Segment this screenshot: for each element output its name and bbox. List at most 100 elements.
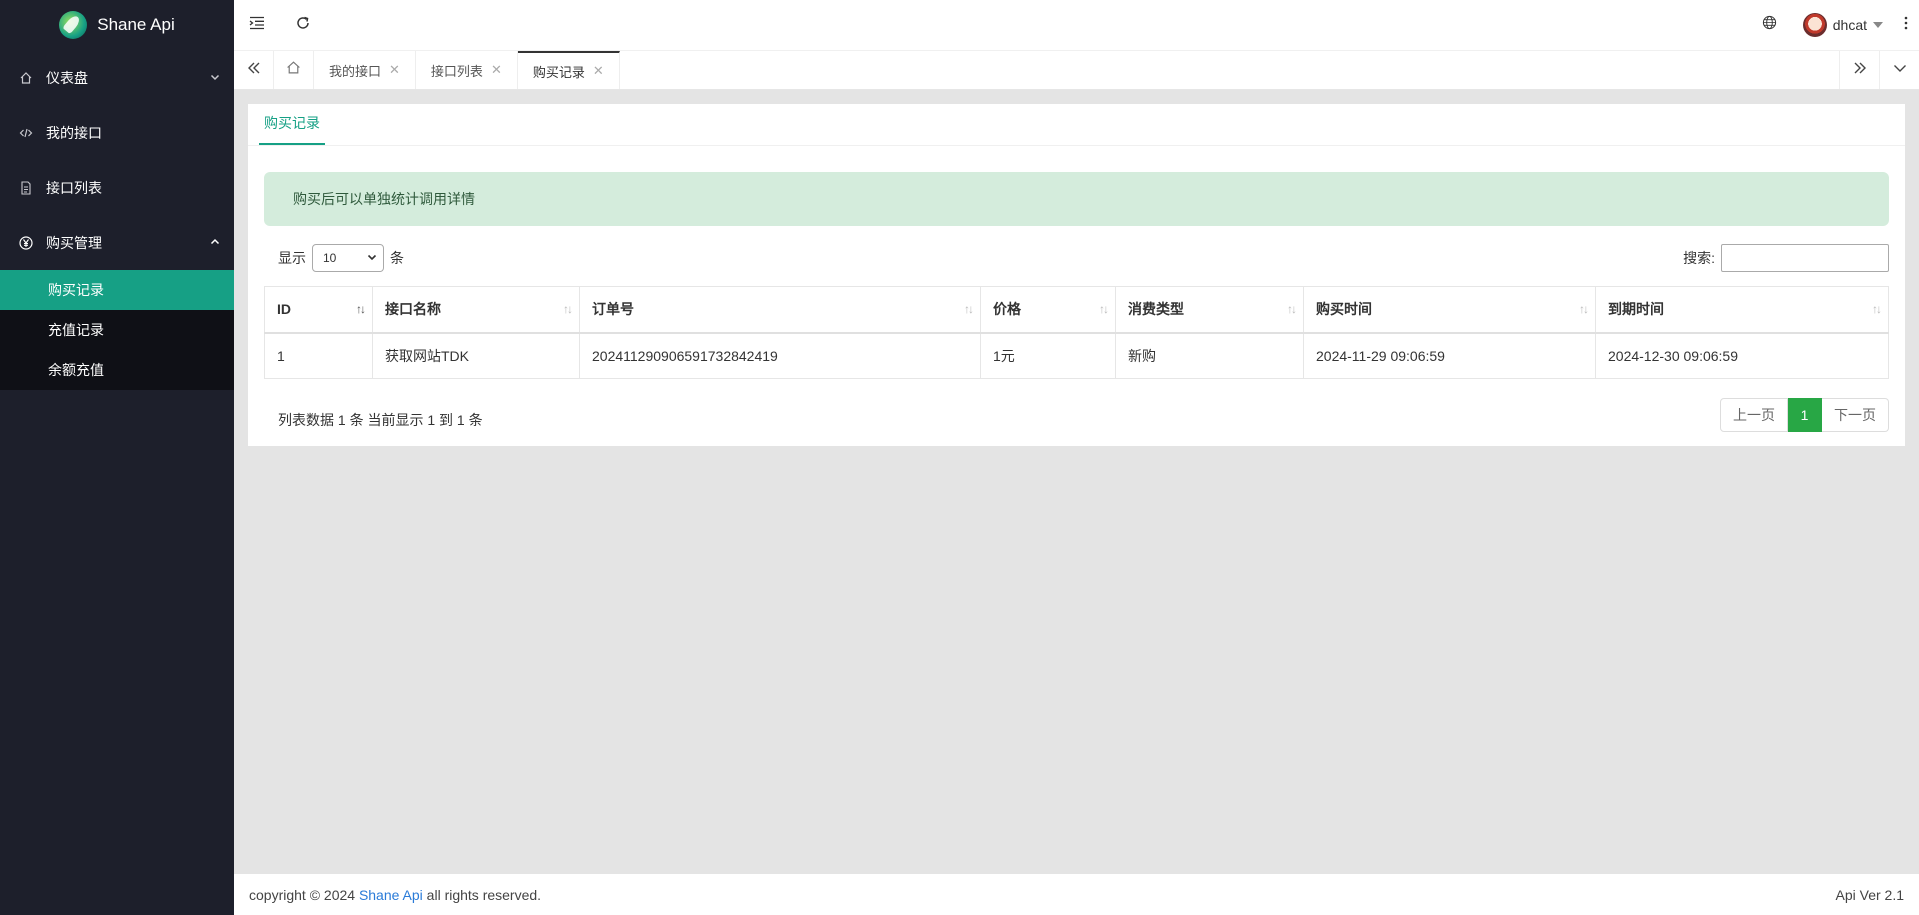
avatar [1802, 13, 1827, 37]
next-page-button[interactable]: 下一页 [1822, 398, 1889, 432]
table-row: 1 获取网站TDK 20241129090659173284241​9 1元 新… [264, 332, 1889, 379]
table-controls: 显示 10 条 搜索: [264, 242, 1889, 274]
sidebar: Shane Api 仪表盘 我的接口 接口列表 购买管理 购买记录 充值记录 余… [0, 0, 234, 915]
sort-icon: ↑↓ [964, 302, 974, 317]
column-header-type[interactable]: 消费类型 ↑↓ [1115, 286, 1304, 334]
user-menu[interactable]: dhcat [1793, 13, 1893, 37]
home-icon [286, 60, 301, 80]
sort-icon: ↑↓ [1099, 302, 1109, 317]
sort-icon: ↑↓ [563, 302, 573, 317]
page-size-control: 显示 10 条 [264, 244, 404, 272]
sidebar-item-api-list[interactable]: 接口列表 [0, 160, 234, 215]
column-label: ID [277, 301, 291, 318]
column-label: 到期时间 [1608, 301, 1664, 318]
sidebar-item-purchase-management[interactable]: 购买管理 [0, 215, 234, 270]
sidebar-item-dashboard[interactable]: 仪表盘 [0, 50, 234, 105]
sort-asc-icon: ↑↓ [356, 302, 366, 317]
column-header-id[interactable]: ID ↑↓ [264, 286, 373, 334]
column-header-order-no[interactable]: 订单号 ↑↓ [579, 286, 981, 334]
close-icon[interactable]: ✕ [593, 63, 604, 79]
unit-label: 条 [390, 250, 404, 266]
copyright-text: copyright © 2024 Shane Api all rights re… [249, 887, 541, 903]
tab-api-list[interactable]: 接口列表 ✕ [416, 51, 518, 89]
username: dhcat [1832, 17, 1867, 33]
sidebar-subitem-purchase-records[interactable]: 购买记录 [0, 270, 234, 310]
copyright-suffix: all rights reserved. [422, 886, 542, 903]
chevron-down-icon [367, 252, 377, 265]
sidebar-subitem-balance-recharge[interactable]: 余额充值 [0, 350, 234, 390]
tab-my-apis[interactable]: 我的接口 ✕ [314, 51, 416, 89]
column-label: 订单号 [592, 301, 634, 318]
more-vertical-icon [1904, 16, 1908, 35]
sidebar-item-label: 购买管理 [46, 234, 102, 251]
table-header-row: ID ↑↓ 接口名称 ↑↓ 订单号 ↑↓ 价格 ↑↓ 消费类型 ↑↓ 购买时间 ↑↓ 到期时… [264, 286, 1889, 334]
page-footer: copyright © 2024 Shane Api all rights re… [234, 874, 1919, 915]
tab-purchase-records[interactable]: 购买记录 ✕ [517, 51, 620, 89]
cell-order-no: 20241129090659173284241​9 [579, 332, 981, 379]
page-size-value: 10 [323, 251, 337, 265]
caret-down-icon [1873, 22, 1883, 28]
brand-link[interactable]: Shane Api [359, 887, 423, 903]
menu-fold-icon [249, 16, 265, 35]
sidebar-item-label: 我的接口 [46, 124, 102, 141]
content-card: 购买记录 购买后可以单独统计调用详情 显示 10 条 搜索: ID ↑↓ 接口名称… [248, 104, 1905, 446]
version-label: Api Ver 2.1 [1835, 886, 1905, 903]
column-header-expire-time[interactable]: 到期时间 ↑↓ [1595, 286, 1889, 334]
cell-api-name: 获取网站TDK [372, 332, 580, 379]
column-label: 接口名称 [385, 301, 441, 318]
cell-purchase-time: 2024-11-29 09:06:59 [1303, 332, 1596, 379]
double-chevron-left-icon [247, 61, 261, 80]
cell-price: 1元 [980, 332, 1116, 379]
column-label: 消费类型 [1128, 301, 1184, 318]
page-size-select[interactable]: 10 [312, 244, 384, 272]
table-info: 列表数据 1 条 当前显示 1 到 1 条 [278, 412, 483, 428]
tabs-spacer [620, 51, 1839, 89]
app-name: Shane Api [97, 15, 175, 34]
sidebar-submenu-purchase: 购买记录 充值记录 余额充值 [0, 270, 234, 390]
document-icon [18, 180, 34, 195]
search-label: 搜索: [1683, 250, 1715, 266]
column-header-purchase-time[interactable]: 购买时间 ↑↓ [1303, 286, 1596, 334]
yen-icon [18, 235, 34, 250]
tab-bar: 我的接口 ✕ 接口列表 ✕ 购买记录 ✕ [234, 50, 1919, 90]
tabs-scroll-right-button[interactable] [1839, 51, 1879, 89]
close-icon[interactable]: ✕ [491, 62, 502, 78]
close-icon[interactable]: ✕ [389, 62, 400, 78]
card-tabs: 购买记录 [248, 104, 1905, 146]
prev-page-button[interactable]: 上一页 [1720, 398, 1788, 432]
rocket-logo-icon [59, 11, 88, 39]
refresh-icon [295, 15, 311, 36]
column-label: 购买时间 [1316, 301, 1372, 318]
home-icon [18, 71, 34, 85]
cell-id: 1 [264, 332, 373, 379]
sidebar-item-my-apis[interactable]: 我的接口 [0, 105, 234, 160]
card-tab-purchase-records[interactable]: 购买记录 [259, 103, 325, 145]
sidebar-item-label: 接口列表 [46, 179, 102, 196]
sidebar-subitem-recharge-records[interactable]: 充值记录 [0, 310, 234, 350]
cell-expire-time: 2024-12-30 09:06:59 [1595, 332, 1889, 379]
tab-label: 购买记录 [532, 64, 585, 80]
chevron-down-icon [210, 71, 220, 85]
purchase-records-table: ID ↑↓ 接口名称 ↑↓ 订单号 ↑↓ 价格 ↑↓ 消费类型 ↑↓ 购买时间 ↑↓ 到期时… [264, 286, 1889, 379]
logo[interactable]: Shane Api [0, 0, 234, 50]
more-options-button[interactable] [1893, 0, 1919, 50]
pagination: 上一页 1 下一页 [1720, 398, 1889, 432]
cell-type: 新购 [1115, 332, 1304, 379]
tab-label: 接口列表 [430, 63, 483, 79]
page-button-current[interactable]: 1 [1788, 398, 1822, 432]
search-input[interactable] [1721, 244, 1889, 272]
sort-icon: ↑↓ [1287, 302, 1297, 317]
tab-label: 我的接口 [329, 63, 382, 79]
show-label: 显示 [278, 250, 306, 266]
tabs-scroll-left-button[interactable] [234, 51, 274, 89]
tabs-dropdown-button[interactable] [1879, 51, 1919, 89]
menu-toggle-button[interactable] [234, 0, 280, 50]
header-right: dhcat [1747, 0, 1919, 50]
column-header-api-name[interactable]: 接口名称 ↑↓ [372, 286, 580, 334]
language-button[interactable] [1747, 0, 1793, 50]
refresh-button[interactable] [280, 0, 326, 50]
tab-home[interactable] [274, 51, 314, 89]
info-alert: 购买后可以单独统计调用详情 [264, 172, 1889, 226]
column-header-price[interactable]: 价格 ↑↓ [980, 286, 1116, 334]
globe-icon [1762, 15, 1777, 35]
